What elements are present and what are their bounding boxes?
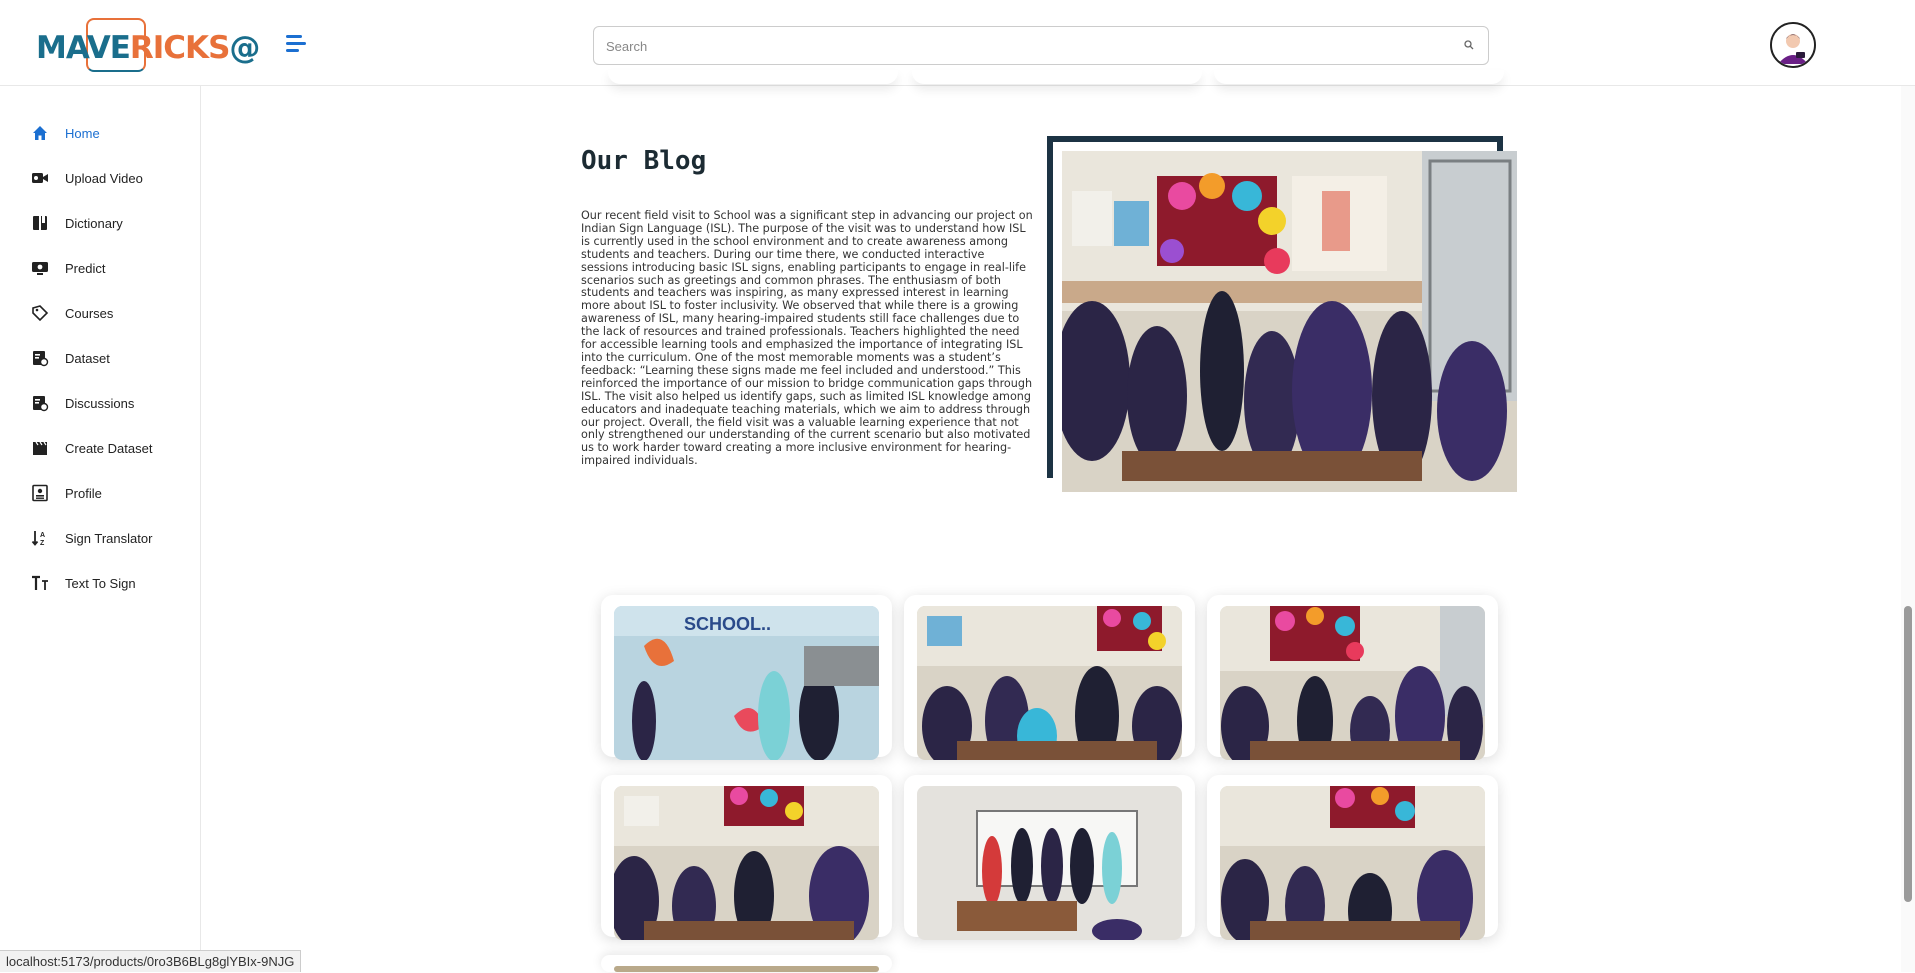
avatar-person-icon <box>1772 24 1814 66</box>
text-icon <box>30 573 50 593</box>
gallery-photo <box>917 786 1182 940</box>
gallery-photo-card[interactable] <box>904 595 1195 760</box>
gallery-photo <box>1220 606 1485 760</box>
sidebar-item-dictionary[interactable]: Dictionary <box>30 211 123 235</box>
sidebar-item-dataset[interactable]: Dataset <box>30 346 110 370</box>
status-bar-url: localhost:5173/products/0ro3B6BLg8glYBIx… <box>0 950 302 972</box>
clapperboard-icon <box>30 438 50 458</box>
sidebar-item-label: Create Dataset <box>65 440 153 456</box>
sort-az-icon: AZ <box>30 528 50 548</box>
sidebar-item-label: Text To Sign <box>65 575 136 591</box>
sidebar-item-text-to-sign[interactable]: Text To Sign <box>30 571 136 595</box>
scrollbar-thumb[interactable] <box>1904 606 1912 902</box>
sidebar-item-label: Predict <box>65 260 106 276</box>
blog-body: Our recent field visit to School was a s… <box>581 209 1033 468</box>
gallery-photo-card[interactable] <box>1207 595 1498 760</box>
card-bottom-edge <box>1214 70 1504 84</box>
card-bottom-edge <box>608 70 898 84</box>
blog-photo <box>1062 151 1517 492</box>
sidebar: Home Upload Video Dictionary Predict Cou… <box>0 86 201 972</box>
gallery-photo-card[interactable] <box>904 775 1195 940</box>
sidebar-item-profile[interactable]: Profile <box>30 481 102 505</box>
home-icon <box>30 123 50 143</box>
sidebar-item-upload-video[interactable]: Upload Video <box>30 166 143 190</box>
app-logo[interactable]: MAVERICKS@ <box>36 18 260 74</box>
tag-icon <box>30 303 50 323</box>
sidebar-item-discussions[interactable]: Discussions <box>30 391 134 415</box>
gallery-photo-card[interactable]: SCHOOL.. <box>601 595 892 760</box>
dataset-icon <box>30 348 50 368</box>
page-scrollbar[interactable] <box>1901 86 1915 972</box>
sidebar-item-create-dataset[interactable]: Create Dataset <box>30 436 152 460</box>
sidebar-item-label: Courses <box>65 305 114 321</box>
gallery-photo <box>614 966 879 972</box>
sidebar-item-label: Dataset <box>65 350 110 366</box>
search-bar <box>593 26 1489 65</box>
user-avatar[interactable] <box>1770 22 1816 68</box>
svg-text:A: A <box>40 532 45 539</box>
blog-photo-frame-corner <box>1497 136 1503 152</box>
monitor-icon <box>30 258 50 278</box>
sidebar-item-label: Home <box>65 125 100 141</box>
svg-text:Z: Z <box>40 540 45 547</box>
gallery-photo: SCHOOL.. <box>614 606 879 760</box>
sidebar-item-predict[interactable]: Predict <box>30 256 105 280</box>
gallery-photo-card[interactable] <box>1207 775 1498 940</box>
sidebar-item-label: Dictionary <box>65 215 123 231</box>
sidebar-item-courses[interactable]: Courses <box>30 301 113 325</box>
svg-text:SCHOOL..: SCHOOL.. <box>684 614 771 634</box>
gallery-photo <box>917 606 1182 760</box>
search-input[interactable] <box>606 35 1446 57</box>
sidebar-item-label: Sign Translator <box>65 530 153 546</box>
discussion-icon <box>30 393 50 413</box>
book-icon <box>30 213 50 233</box>
hamburger-menu-icon[interactable] <box>286 35 308 55</box>
sidebar-item-sign-translator[interactable]: AZ Sign Translator <box>30 526 152 550</box>
gallery-photo <box>614 786 879 940</box>
video-camera-icon <box>30 168 50 188</box>
sidebar-item-label: Profile <box>65 485 102 501</box>
search-icon[interactable] <box>1464 40 1474 50</box>
gallery-photo-card[interactable] <box>601 775 892 940</box>
blog-title: Our Blog <box>581 146 707 176</box>
logo-wordmark: MAVERICKS@ <box>36 30 260 66</box>
sidebar-item-home[interactable]: Home <box>30 121 100 145</box>
profile-icon <box>30 483 50 503</box>
card-bottom-edge <box>912 70 1202 84</box>
gallery-photo-card[interactable] <box>601 955 892 972</box>
gallery-photo <box>1220 786 1485 940</box>
sidebar-item-label: Discussions <box>65 395 135 411</box>
sidebar-item-label: Upload Video <box>65 170 143 186</box>
